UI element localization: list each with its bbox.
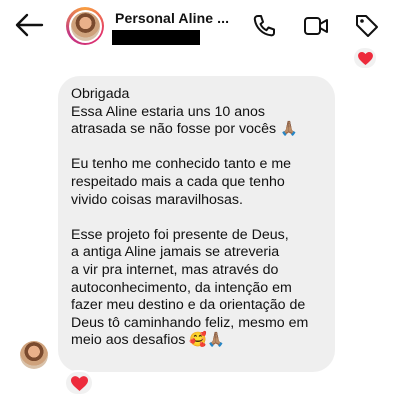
back-arrow-icon[interactable] <box>14 12 44 38</box>
message-text: Obrigada Essa Aline estaria uns 10 anos … <box>71 86 309 349</box>
video-camera-icon[interactable] <box>302 12 330 40</box>
message-bubble[interactable]: Obrigada Essa Aline estaria uns 10 anos … <box>58 76 335 372</box>
redacted-username <box>112 30 200 45</box>
heart-icon <box>357 51 373 65</box>
previous-message-reaction[interactable] <box>354 48 376 68</box>
tag-icon[interactable] <box>353 12 381 40</box>
heart-icon <box>70 375 88 391</box>
chat-header: Personal Aline ... <box>0 0 400 52</box>
phone-icon[interactable] <box>250 12 278 40</box>
message-reaction[interactable] <box>64 370 94 396</box>
contact-avatar[interactable] <box>66 7 104 45</box>
contact-name[interactable]: Personal Aline ... <box>115 10 229 26</box>
sender-avatar[interactable] <box>20 341 48 369</box>
